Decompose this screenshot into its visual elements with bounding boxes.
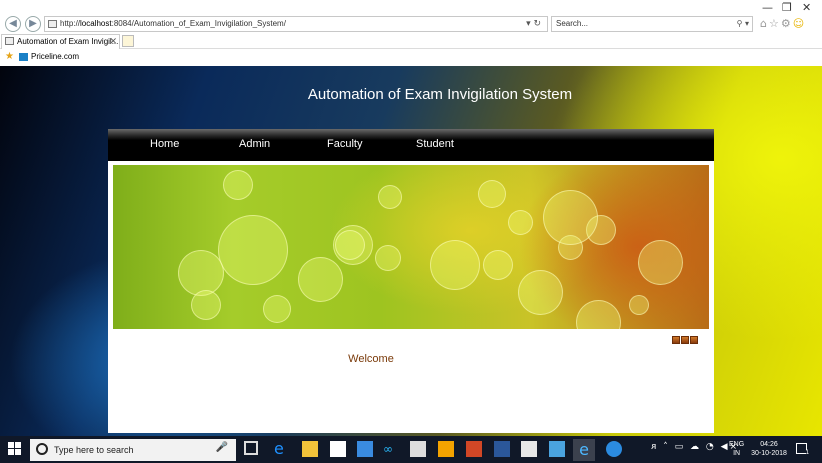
microphone-icon[interactable]: 🎤 — [216, 442, 228, 453]
page-title: Automation of Exam Invigilation System — [307, 86, 573, 103]
url-path: :8084/Automation_of_Exam_Invigilation_Sy… — [111, 19, 286, 28]
forward-button[interactable]: ▶ — [25, 16, 41, 32]
nav-faculty[interactable]: Faculty — [327, 138, 362, 150]
favorites-bar: ★ Priceline.com — [0, 50, 822, 66]
priceline-icon — [19, 53, 28, 61]
powerpoint-icon[interactable] — [466, 441, 482, 457]
clock[interactable]: 04:26 30-10-2018 — [749, 440, 789, 458]
slide-dot-1[interactable] — [672, 336, 680, 344]
settings-gear-icon[interactable]: ⚙ — [781, 17, 793, 30]
region-code: IN — [733, 450, 741, 457]
cortana-icon — [36, 443, 48, 455]
slide-dot-3[interactable] — [690, 336, 698, 344]
virtualbox-icon[interactable] — [549, 441, 565, 457]
content-panel: Welcome — [108, 161, 714, 433]
url-prefix: http:// — [60, 19, 81, 28]
favorites-add-icon[interactable]: ★ — [5, 51, 14, 62]
url-host: localhost — [80, 19, 112, 28]
clock-date: 30-10-2018 — [751, 450, 787, 457]
new-tab-button[interactable] — [122, 35, 134, 47]
help-icon[interactable] — [606, 441, 622, 457]
slide-dot-2[interactable] — [681, 336, 689, 344]
language-code: ENG — [729, 441, 745, 448]
tab-active[interactable]: Automation of Exam Invigil... ✕ — [1, 34, 120, 49]
notification-count: 1 — [805, 450, 809, 456]
mail-icon[interactable] — [410, 441, 426, 457]
file-explorer-icon[interactable] — [302, 441, 318, 457]
slider-pagination — [671, 331, 698, 349]
start-button[interactable] — [8, 442, 22, 456]
system-tray[interactable]: ᴙ ˄ ▭ ☁ ◔ ◀× — [651, 442, 739, 452]
taskbar-search-box[interactable]: Type here to search 🎤 — [30, 439, 236, 461]
tab-favicon-icon — [5, 37, 14, 45]
search-placeholder: Search... — [556, 19, 589, 28]
tab-strip: Automation of Exam Invigil... ✕ — [0, 34, 822, 49]
taskbar: Type here to search 🎤 e ∞ e ᴙ ˄ ▭ ☁ ◔ ◀×… — [0, 436, 822, 463]
web-page: Automation of Exam Invigilation System H… — [0, 66, 822, 436]
input-language[interactable]: ENG IN — [729, 440, 744, 458]
close-window-button[interactable]: ✕ — [802, 1, 811, 14]
back-button[interactable]: ◀ — [5, 16, 21, 32]
restore-button[interactable]: ❐ — [782, 1, 792, 14]
address-bar[interactable]: http://localhost:8084/Automation_of_Exam… — [44, 16, 548, 32]
dropbox-icon[interactable] — [357, 441, 373, 457]
favorites-star-icon[interactable]: ☆ — [769, 17, 781, 30]
minimize-button[interactable]: — — [762, 1, 773, 14]
tab-close-icon[interactable]: ✕ — [109, 35, 117, 48]
smiley-feedback-icon[interactable]: ☺ — [793, 17, 806, 30]
task-view-icon[interactable] — [244, 441, 258, 455]
edge-icon[interactable]: e — [274, 441, 290, 457]
main-nav: Home Admin Faculty Student — [108, 129, 714, 161]
taskbar-search-placeholder: Type here to search — [54, 445, 134, 455]
nav-admin[interactable]: Admin — [239, 138, 270, 150]
nav-student[interactable]: Student — [416, 138, 454, 150]
window-titlebar: — ❐ ✕ — [0, 0, 822, 15]
toolbar-icons[interactable]: ⌂☆⚙☺ — [760, 17, 806, 30]
clock-time: 04:26 — [760, 441, 778, 448]
word-icon[interactable] — [494, 441, 510, 457]
banner-image — [113, 165, 709, 329]
favorite-link[interactable]: Priceline.com — [31, 51, 79, 63]
infinity-icon[interactable]: ∞ — [383, 441, 399, 457]
refresh-icon[interactable]: ▾ ↻ — [526, 17, 541, 31]
nav-home[interactable]: Home — [150, 138, 179, 150]
page-favicon-icon — [48, 20, 57, 28]
store-icon[interactable] — [330, 441, 346, 457]
tab-title: Automation of Exam Invigil... — [17, 37, 119, 46]
home-icon[interactable]: ⌂ — [760, 17, 769, 30]
navigation-bar: ◀ ▶ http://localhost:8084/Automation_of_… — [0, 15, 822, 34]
search-icon[interactable]: ⚲ ▾ — [737, 17, 749, 31]
action-center-icon[interactable]: 1 — [796, 443, 809, 456]
search-input[interactable]: Search... ⚲ ▾ — [551, 16, 753, 32]
welcome-text: Welcome — [348, 353, 394, 365]
internet-explorer-icon[interactable]: e — [573, 439, 595, 461]
app-icon[interactable] — [438, 441, 454, 457]
photos-icon[interactable] — [521, 441, 537, 457]
